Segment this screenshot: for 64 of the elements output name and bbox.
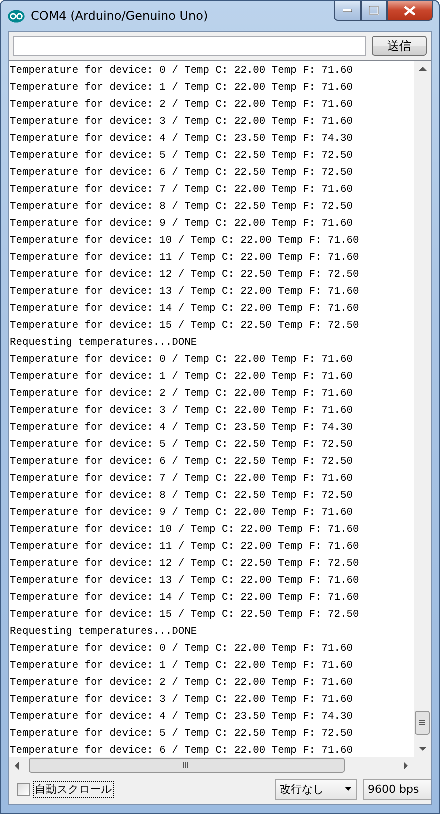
- output-line: Temperature for device: 12 / Temp C: 22.50 Temp F: 72.50: [10, 557, 360, 572]
- output-line: Temperature for device: 1 / Temp C: 22.00 Temp F: 71.60: [10, 81, 353, 96]
- output-line: Temperature for device: 4 / Temp C: 23.50 Temp F: 74.30: [10, 710, 353, 725]
- output-line: Temperature for device: 0 / Temp C: 22.00 Temp F: 71.60: [10, 642, 353, 657]
- autoscroll-label: 自動スクロール: [33, 780, 114, 798]
- minimize-button[interactable]: [334, 1, 361, 21]
- output-line: Temperature for device: 7 / Temp C: 22.00 Temp F: 71.60: [10, 472, 353, 487]
- output-line: Temperature for device: 3 / Temp C: 22.00 Temp F: 71.60: [10, 115, 353, 130]
- output-line: Temperature for device: 1 / Temp C: 22.00 Temp F: 71.60: [10, 370, 353, 385]
- output-line: Temperature for device: 5 / Temp C: 22.50 Temp F: 72.50: [10, 149, 353, 164]
- maximize-button[interactable]: [361, 1, 387, 21]
- line-ending-dropdown[interactable]: 改行なし: [275, 778, 357, 800]
- output-line: Temperature for device: 9 / Temp C: 22.00 Temp F: 71.60: [10, 217, 353, 232]
- output-line: Temperature for device: 11 / Temp C: 22.00 Temp F: 71.60: [10, 251, 360, 266]
- output-line: Temperature for device: 4 / Temp C: 23.50 Temp F: 74.30: [10, 132, 353, 147]
- baud-rate-dropdown[interactable]: 9600 bps: [363, 778, 431, 800]
- horizontal-scrollbar[interactable]: [9, 757, 414, 774]
- close-button[interactable]: [387, 1, 433, 21]
- output-line: Temperature for device: 5 / Temp C: 22.50 Temp F: 72.50: [10, 727, 353, 742]
- send-button[interactable]: 送信: [372, 36, 427, 56]
- output-line: Temperature for device: 14 / Temp C: 22.00 Temp F: 71.60: [10, 302, 360, 317]
- app-logo-icon: [8, 10, 25, 22]
- output-line: Temperature for device: 11 / Temp C: 22.00 Temp F: 71.60: [10, 540, 360, 555]
- output-line: Temperature for device: 6 / Temp C: 22.50 Temp F: 72.50: [10, 455, 353, 470]
- output-line: Temperature for device: 7 / Temp C: 22.00 Temp F: 71.60: [10, 183, 353, 198]
- output-line: Temperature for device: 15 / Temp C: 22.50 Temp F: 72.50: [10, 608, 360, 623]
- output-line: Temperature for device: 4 / Temp C: 23.50 Temp F: 74.30: [10, 421, 353, 436]
- scroll-thumb[interactable]: [29, 758, 345, 773]
- output-line: Temperature for device: 8 / Temp C: 22.50 Temp F: 72.50: [10, 200, 353, 215]
- scroll-thumb[interactable]: [415, 711, 430, 735]
- minimize-icon: [343, 9, 352, 12]
- output-line: Temperature for device: 13 / Temp C: 22.00 Temp F: 71.60: [10, 574, 360, 589]
- output-line: Temperature for device: 9 / Temp C: 22.00 Temp F: 71.60: [10, 506, 353, 521]
- scroll-down-icon[interactable]: [418, 746, 426, 752]
- output-line: Requesting temperatures...DONE: [10, 336, 198, 351]
- output-line: Temperature for device: 13 / Temp C: 22.00 Temp F: 71.60: [10, 285, 360, 300]
- output-line: Temperature for device: 8 / Temp C: 22.50 Temp F: 72.50: [10, 489, 353, 504]
- output-line: Temperature for device: 2 / Temp C: 22.00 Temp F: 71.60: [10, 676, 353, 691]
- caret-icon: [345, 787, 352, 791]
- output-line: Temperature for device: 3 / Temp C: 22.00 Temp F: 71.60: [10, 693, 353, 708]
- scroll-left-icon[interactable]: [14, 762, 20, 770]
- output-line: Temperature for device: 14 / Temp C: 22.00 Temp F: 71.60: [10, 591, 360, 606]
- output-line: Temperature for device: 12 / Temp C: 22.50 Temp F: 72.50: [10, 268, 360, 283]
- output-line: Temperature for device: 3 / Temp C: 22.00 Temp F: 71.60: [10, 404, 353, 419]
- output-line: Temperature for device: 0 / Temp C: 22.00 Temp F: 71.60: [10, 64, 353, 79]
- output-line: Temperature for device: 10 / Temp C: 22.00 Temp F: 71.60: [10, 234, 360, 249]
- maximize-icon: [369, 6, 379, 15]
- output-line: Temperature for device: 10 / Temp C: 22.00 Temp F: 71.60: [10, 523, 360, 538]
- output-line: Temperature for device: 6 / Temp C: 22.00 Temp F: 71.60: [10, 744, 353, 757]
- output-line: Temperature for device: 15 / Temp C: 22.50 Temp F: 72.50: [10, 319, 360, 334]
- autoscroll-checkbox[interactable]: [17, 782, 30, 796]
- output-line: Temperature for device: 5 / Temp C: 22.50 Temp F: 72.50: [10, 438, 353, 453]
- output-line: Temperature for device: 0 / Temp C: 22.00 Temp F: 71.60: [10, 353, 353, 368]
- scroll-right-icon[interactable]: [403, 762, 409, 770]
- scroll-up-icon[interactable]: [418, 66, 426, 72]
- output-line: Temperature for device: 2 / Temp C: 22.00 Temp F: 71.60: [10, 387, 353, 402]
- message-input[interactable]: [13, 36, 366, 56]
- output-line: Temperature for device: 1 / Temp C: 22.00 Temp F: 71.60: [10, 659, 353, 674]
- output-line: Temperature for device: 2 / Temp C: 22.00 Temp F: 71.60: [10, 98, 353, 113]
- vertical-scrollbar[interactable]: [414, 61, 431, 757]
- output-line: Requesting temperatures...DONE: [10, 625, 198, 640]
- output-line: Temperature for device: 6 / Temp C: 22.50 Temp F: 72.50: [10, 166, 353, 181]
- close-icon: [404, 6, 416, 16]
- window-title: COM4 (Arduino/Genuino Uno): [31, 9, 208, 23]
